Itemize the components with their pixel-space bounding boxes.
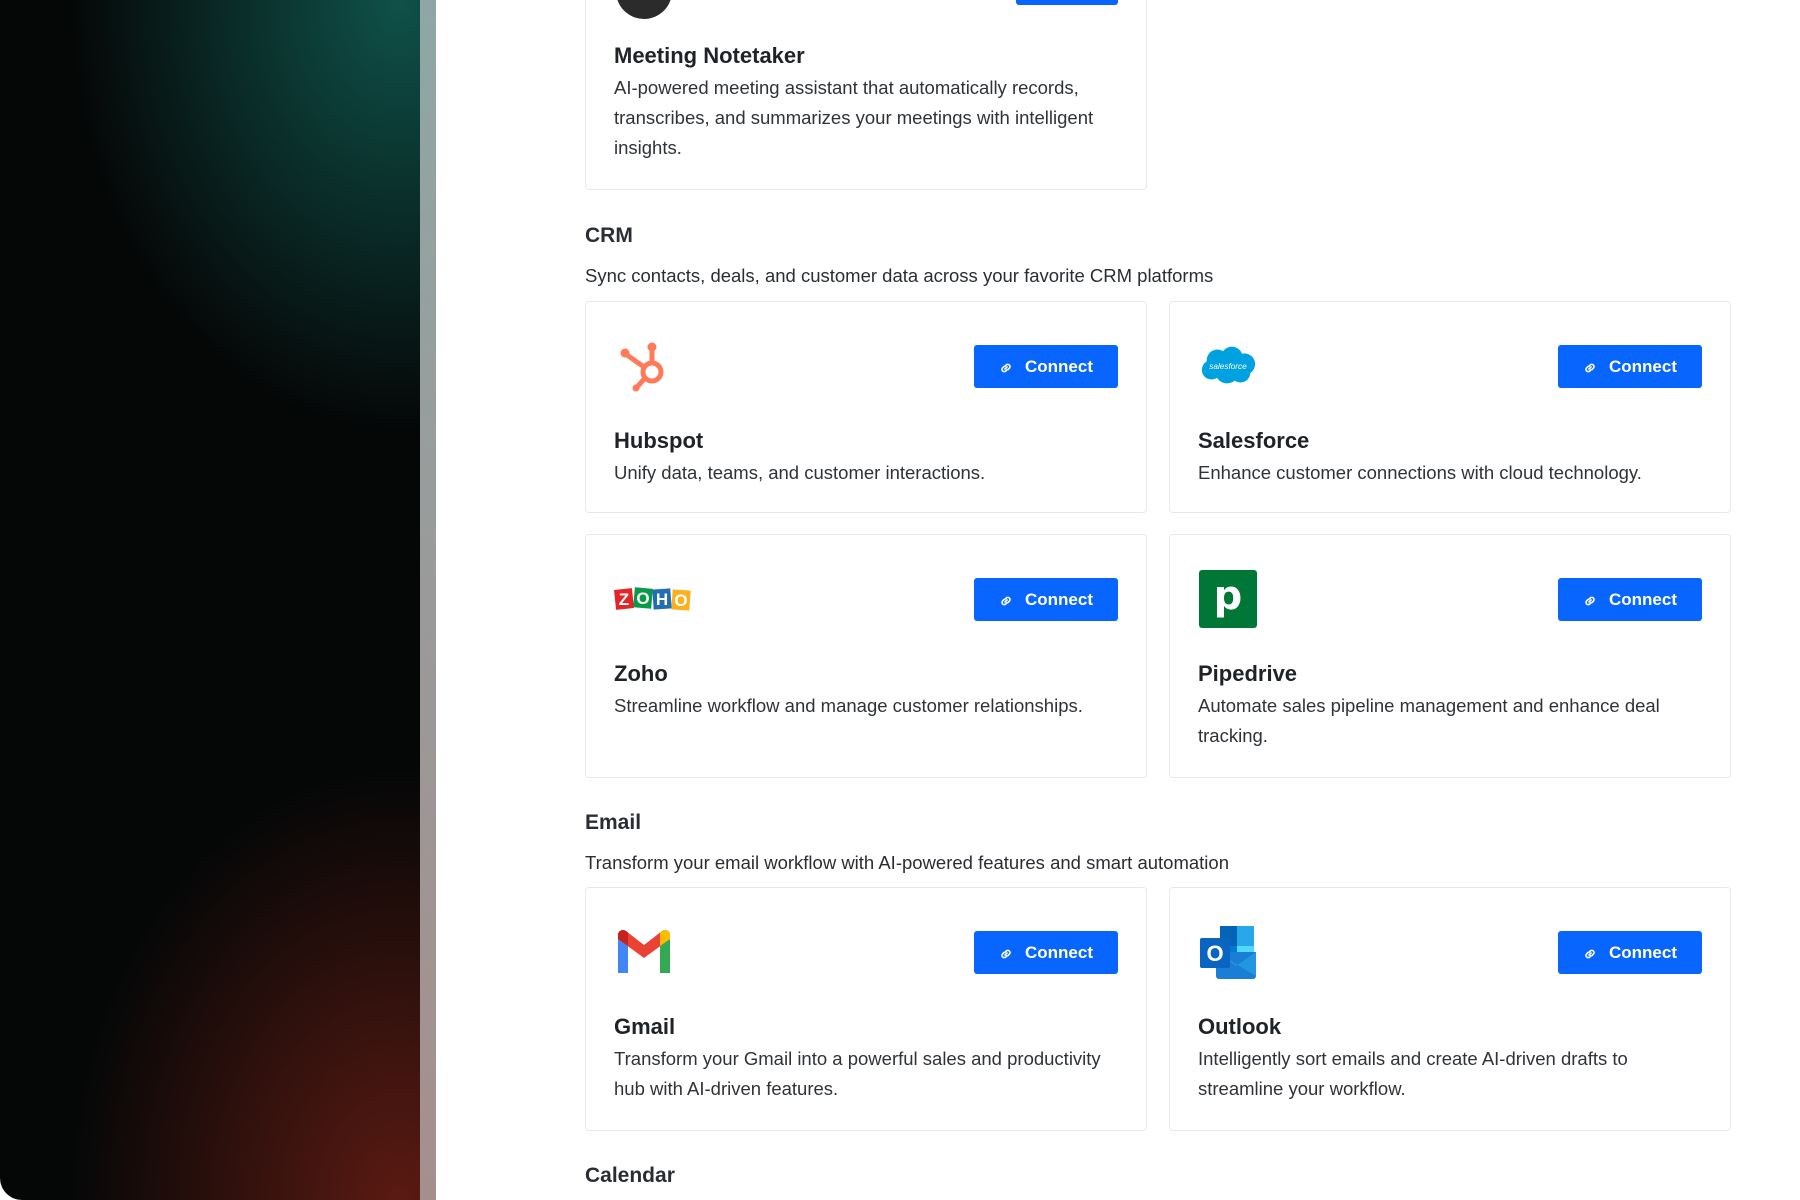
card-title: Gmail — [614, 1014, 676, 1039]
card-title: Pipedrive — [1198, 661, 1298, 686]
gmail-card: Connect Gmail Transform your Gmail into … — [585, 887, 1147, 1131]
pipedrive-logo-letter: p — [1199, 570, 1257, 628]
outlook-icon: O — [1198, 922, 1258, 982]
card-description: Unify data, teams, and customer interact… — [614, 462, 986, 483]
card-description: AI-powered meeting assistant that automa… — [614, 77, 1094, 158]
card-description: Transform your Gmail into a powerful sal… — [614, 1048, 1101, 1099]
zoho-letter-o2: O — [674, 591, 687, 610]
zoho-letter-o: O — [636, 589, 649, 608]
salesforce-logo-text: salesforce — [1209, 362, 1247, 371]
outlook-card: O Connect Outlook Intelligently sort ema… — [1169, 887, 1731, 1131]
link-icon — [999, 946, 1013, 960]
pipedrive-card: p Connect Pipedrive Automate sales pipel… — [1169, 534, 1731, 778]
background-divider — [420, 0, 436, 1200]
zoho-card: Z O H O Connect Zoho Streamline workflow… — [585, 534, 1147, 778]
connect-label: Connect — [1609, 589, 1677, 609]
card-title: Hubspot — [614, 428, 704, 453]
connect-button[interactable] — [1016, 0, 1118, 5]
background-panel — [0, 0, 420, 1200]
pipedrive-icon: p — [1198, 569, 1258, 629]
section-subtitle-crm: Sync contacts, deals, and customer data … — [585, 265, 1214, 286]
connect-label: Connect — [1609, 942, 1677, 962]
salesforce-icon: salesforce — [1198, 336, 1258, 396]
link-icon — [1583, 360, 1597, 374]
connect-label: Connect — [1025, 942, 1093, 962]
card-description: Intelligently sort emails and create AI-… — [1198, 1048, 1628, 1099]
card-description: Enhance customer connections with cloud … — [1198, 462, 1642, 483]
card-title: Zoho — [614, 661, 668, 686]
hubspot-icon — [614, 336, 674, 396]
connect-label: Connect — [1025, 589, 1093, 609]
card-title: Meeting Notetaker — [614, 43, 805, 68]
section-subtitle-email: Transform your email workflow with AI-po… — [585, 852, 1229, 873]
meeting-notetaker-card: Meeting Notetaker AI-powered meeting ass… — [585, 0, 1147, 190]
salesforce-card: salesforce Connect Salesforce Enhance cu… — [1169, 301, 1731, 513]
gmail-icon — [614, 922, 674, 982]
card-title: Salesforce — [1198, 428, 1310, 453]
zoho-letter-h: H — [656, 590, 668, 609]
connect-button-salesforce[interactable]: Connect — [1558, 345, 1702, 388]
meeting-notetaker-icon — [614, 0, 674, 21]
link-icon — [999, 593, 1013, 607]
connect-button-gmail[interactable]: Connect — [974, 931, 1118, 974]
connect-button-hubspot[interactable]: Connect — [974, 345, 1118, 388]
hubspot-card: Connect Hubspot Unify data, teams, and c… — [585, 301, 1147, 513]
section-title-email: Email — [585, 811, 642, 834]
link-icon — [1583, 593, 1597, 607]
link-icon — [1583, 946, 1597, 960]
card-description: Automate sales pipeline management and e… — [1198, 695, 1660, 746]
connect-button-outlook[interactable]: Connect — [1558, 931, 1702, 974]
outlook-logo-letter: O — [1206, 941, 1223, 966]
connect-button-zoho[interactable]: Connect — [974, 578, 1118, 621]
connect-label: Connect — [1609, 356, 1677, 376]
link-icon — [999, 360, 1013, 374]
section-title-calendar: Calendar — [585, 1164, 675, 1187]
integrations-page: Meeting Notetaker AI-powered meeting ass… — [436, 0, 1800, 1200]
card-title: Outlook — [1198, 1014, 1282, 1039]
zoho-letter-z: Z — [619, 590, 629, 609]
zoho-icon: Z O H O — [614, 569, 694, 629]
card-description: Streamline workflow and manage customer … — [614, 695, 1083, 716]
connect-button-pipedrive[interactable]: Connect — [1558, 578, 1702, 621]
connect-label: Connect — [1025, 356, 1093, 376]
section-title-crm: CRM — [585, 224, 633, 247]
